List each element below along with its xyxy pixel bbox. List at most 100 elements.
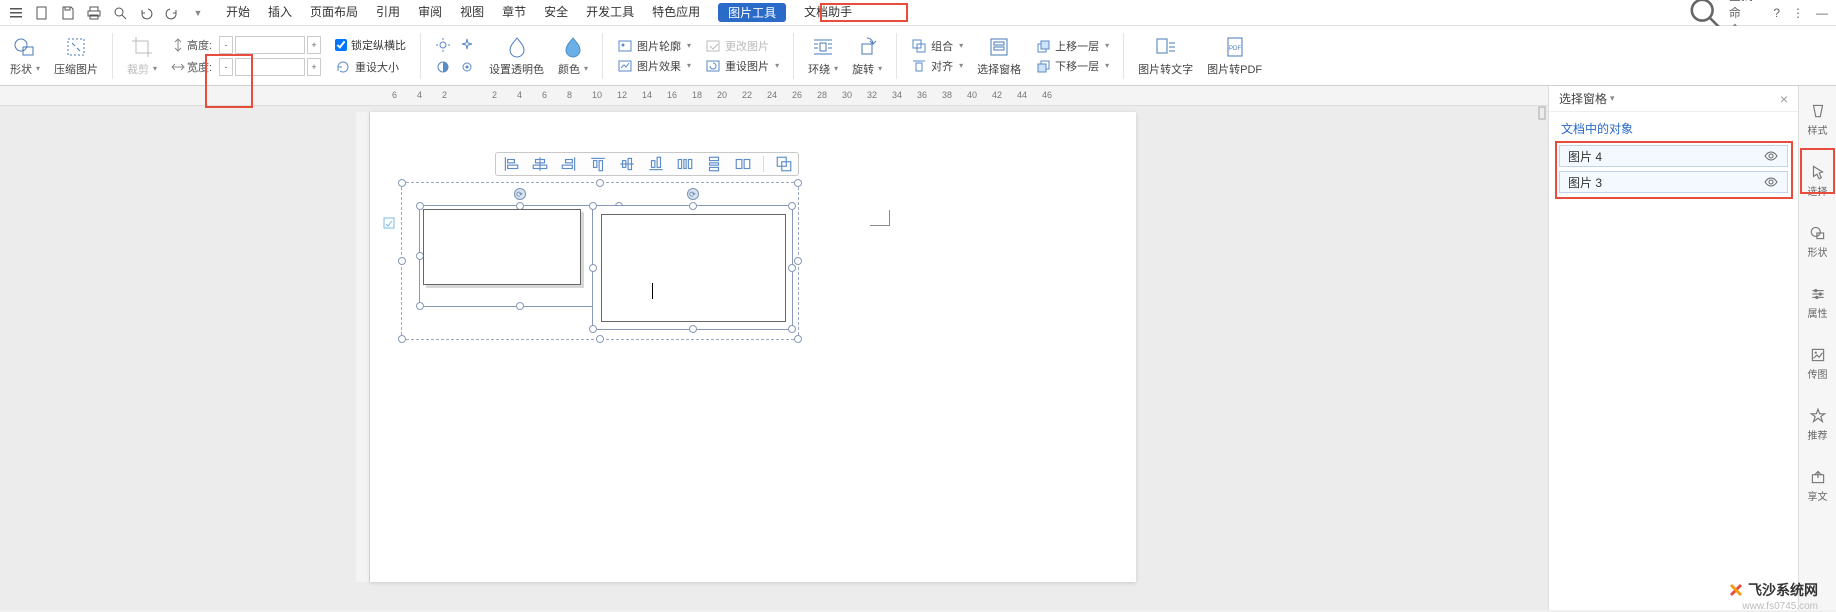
tab-review[interactable]: 审阅 bbox=[418, 3, 442, 22]
menu-icon[interactable] bbox=[8, 5, 24, 21]
brightness-icon[interactable] bbox=[435, 37, 451, 53]
group-small-icon[interactable] bbox=[775, 155, 793, 173]
adjust-icon[interactable] bbox=[459, 59, 475, 75]
save-icon[interactable] bbox=[60, 5, 76, 21]
ruler-tick: 10 bbox=[592, 90, 602, 100]
align-left-icon[interactable] bbox=[502, 155, 520, 173]
selpane-button[interactable]: 选择窗格 bbox=[977, 35, 1021, 77]
visibility-icon[interactable] bbox=[1763, 174, 1779, 190]
star-icon bbox=[1809, 407, 1827, 425]
up-button[interactable]: 上移一层▾ bbox=[1035, 38, 1109, 54]
color-button[interactable]: 颜色▾ bbox=[558, 35, 588, 77]
rotate-handle-1[interactable]: ⟳ bbox=[514, 188, 526, 200]
selected-image-1[interactable]: ⟳ bbox=[419, 205, 620, 307]
strip-style[interactable]: 样式 bbox=[1799, 98, 1836, 141]
tab-pictool[interactable]: 图片工具 bbox=[718, 3, 786, 22]
panel-subtitle: 文档中的对象 bbox=[1549, 112, 1798, 145]
equal-size-icon[interactable] bbox=[734, 155, 752, 173]
tab-special[interactable]: 特色应用 bbox=[652, 3, 700, 22]
selpane-label: 选择窗格 bbox=[977, 61, 1021, 77]
cursor-icon bbox=[1809, 163, 1827, 181]
width-incr[interactable]: + bbox=[307, 58, 321, 76]
strip-prop[interactable]: 属性 bbox=[1799, 281, 1836, 324]
strip-shape[interactable]: 形状 bbox=[1799, 220, 1836, 263]
reset-size-button[interactable]: 重设大小 bbox=[335, 59, 406, 75]
anchor-icon-1 bbox=[382, 216, 396, 230]
ruler-tick: 4 bbox=[417, 90, 422, 100]
align-button[interactable]: 对齐▾ bbox=[911, 58, 963, 74]
crop-label: 裁剪 bbox=[127, 61, 149, 77]
effect-button[interactable]: 图片效果▾ bbox=[617, 58, 691, 74]
contrast-icon[interactable] bbox=[435, 59, 451, 75]
group-button[interactable]: 组合▾ bbox=[911, 38, 963, 54]
align-bottom-icon[interactable] bbox=[647, 155, 665, 173]
tab-security[interactable]: 安全 bbox=[544, 3, 568, 22]
wrap-button[interactable]: 环绕▾ bbox=[808, 35, 838, 77]
align-top-icon[interactable] bbox=[589, 155, 607, 173]
tab-dev[interactable]: 开发工具 bbox=[586, 3, 634, 22]
strip-select[interactable]: 选择 bbox=[1799, 159, 1836, 202]
ruler-tick: 2 bbox=[442, 90, 447, 100]
width-input[interactable] bbox=[235, 58, 305, 76]
height-decr[interactable]: - bbox=[219, 36, 233, 54]
panel-close-icon[interactable]: × bbox=[1780, 91, 1788, 107]
topdf-label: 图片转PDF bbox=[1207, 61, 1262, 77]
resetpic-button[interactable]: 重设图片▾ bbox=[705, 58, 779, 74]
undo-icon[interactable] bbox=[138, 5, 154, 21]
align-center-h-icon[interactable] bbox=[531, 155, 549, 173]
up-label: 上移一层 bbox=[1055, 38, 1099, 54]
selected-image-2[interactable]: ⟳ bbox=[592, 205, 793, 330]
width-decr[interactable]: - bbox=[219, 58, 233, 76]
document-page: ⟳ ⟳ bbox=[370, 112, 1136, 582]
height-incr[interactable]: + bbox=[307, 36, 321, 54]
new-icon[interactable] bbox=[34, 5, 50, 21]
floating-align-toolbar bbox=[495, 152, 799, 176]
strip-chuantu[interactable]: 传图 bbox=[1799, 342, 1836, 385]
ruler-tick: 32 bbox=[867, 90, 877, 100]
rotate-handle-2[interactable]: ⟳ bbox=[687, 188, 699, 200]
tab-start[interactable]: 开始 bbox=[226, 3, 250, 22]
strip-chuantu-label: 传图 bbox=[1808, 366, 1828, 381]
align-middle-icon[interactable] bbox=[618, 155, 636, 173]
tab-layout[interactable]: 页面布局 bbox=[310, 3, 358, 22]
topdf-button[interactable]: PDF 图片转PDF bbox=[1207, 35, 1262, 77]
distribute-v-icon[interactable] bbox=[705, 155, 723, 173]
dropdown-icon[interactable]: ▼ bbox=[190, 5, 206, 21]
distribute-h-icon[interactable] bbox=[676, 155, 694, 173]
totext-button[interactable]: 图片转文字 bbox=[1138, 35, 1193, 77]
help-icon[interactable]: ? bbox=[1773, 6, 1780, 20]
strip-recommend[interactable]: 推荐 bbox=[1799, 403, 1836, 446]
rotate-button[interactable]: 旋转▾ bbox=[852, 35, 882, 77]
tab-view[interactable]: 视图 bbox=[460, 3, 484, 22]
tab-insert[interactable]: 插入 bbox=[268, 3, 292, 22]
tab-chapter[interactable]: 章节 bbox=[502, 3, 526, 22]
compress-button[interactable]: 压缩图片 bbox=[54, 35, 98, 77]
tab-ref[interactable]: 引用 bbox=[376, 3, 400, 22]
watermark-text: 飞沙系统网 bbox=[1748, 580, 1818, 600]
change-button[interactable]: 更改图片 bbox=[705, 38, 779, 54]
lock-aspect[interactable]: 锁定纵横比 bbox=[335, 37, 406, 53]
object-item[interactable]: 图片 3 bbox=[1559, 171, 1788, 193]
tab-dochelper[interactable]: 文档助手 bbox=[804, 3, 852, 22]
visibility-icon[interactable] bbox=[1763, 148, 1779, 164]
preview-icon[interactable] bbox=[112, 5, 128, 21]
redo-icon[interactable] bbox=[164, 5, 180, 21]
crop-button[interactable]: 裁剪▾ bbox=[127, 35, 157, 77]
print-icon[interactable] bbox=[86, 5, 102, 21]
collapse-icon[interactable]: — bbox=[1816, 6, 1828, 20]
align-right-icon[interactable] bbox=[560, 155, 578, 173]
down-button[interactable]: 下移一层▾ bbox=[1035, 58, 1109, 74]
height-input[interactable] bbox=[235, 36, 305, 54]
ruler-tick: 4 bbox=[517, 90, 522, 100]
more-icon[interactable]: ⋮ bbox=[1792, 6, 1804, 20]
strip-share[interactable]: 享文 bbox=[1799, 464, 1836, 507]
object-item[interactable]: 图片 4 bbox=[1559, 145, 1788, 167]
lock-checkbox[interactable] bbox=[335, 39, 347, 51]
transparency-button[interactable]: 设置透明色 bbox=[489, 35, 544, 77]
shape-button[interactable]: 形状▾ bbox=[10, 35, 40, 77]
wrap-icon bbox=[809, 35, 837, 59]
scroll-indicator[interactable] bbox=[1538, 106, 1546, 120]
reset-size-icon bbox=[335, 59, 351, 75]
sparkle-icon[interactable] bbox=[459, 37, 475, 53]
outline-button[interactable]: 图片轮廓▾ bbox=[617, 38, 691, 54]
